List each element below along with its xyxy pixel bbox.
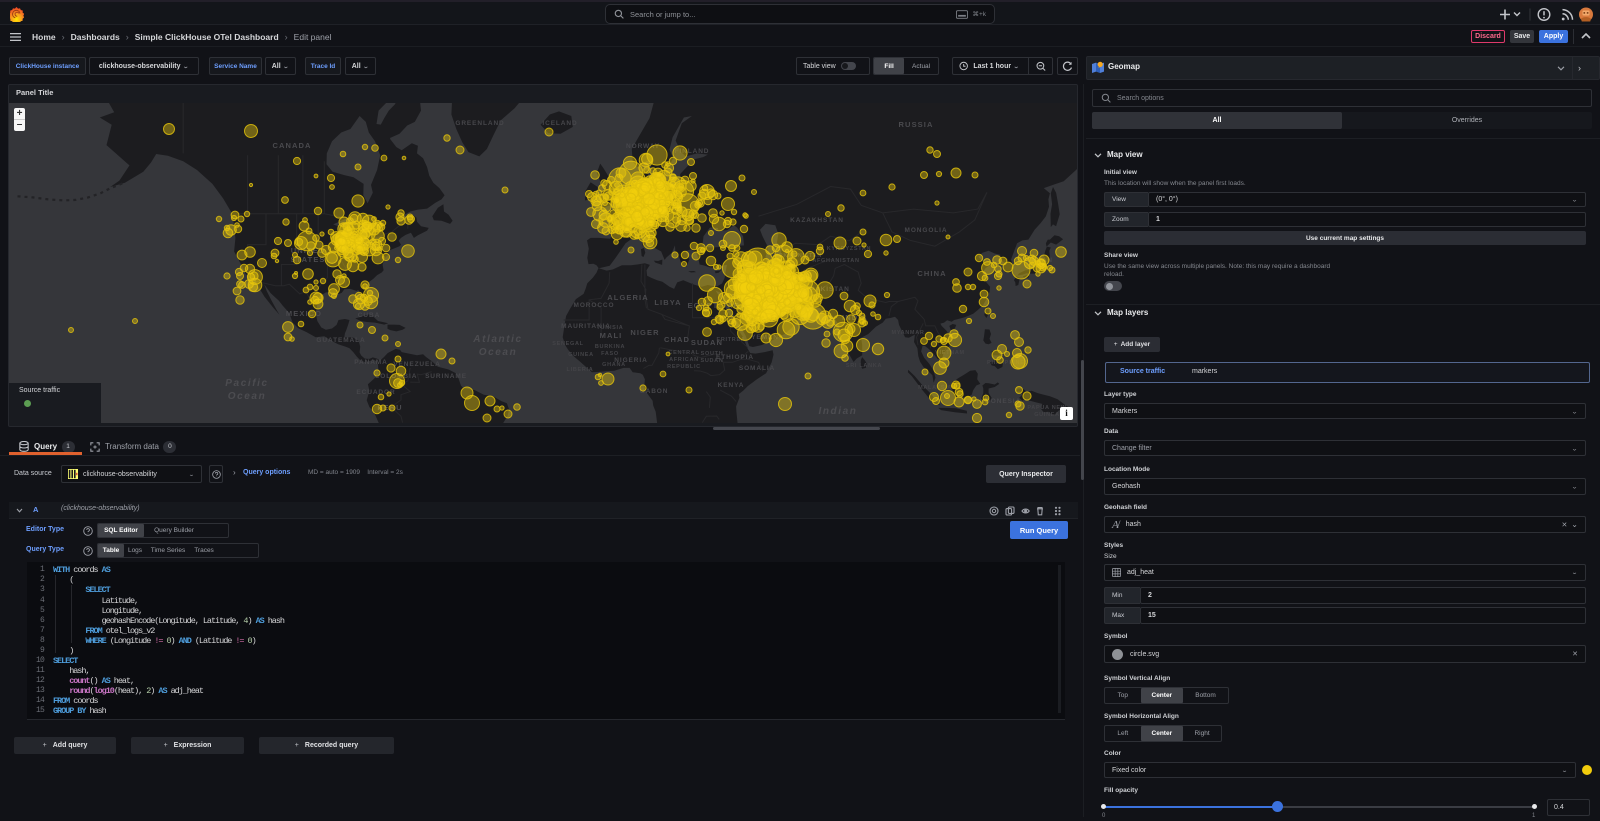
svg-text:SURINAME: SURINAME (425, 373, 467, 380)
svg-text:MYANMAR: MYANMAR (891, 330, 924, 336)
svg-text:Pacific: Pacific (225, 378, 268, 389)
svg-text:KENYA: KENYA (718, 382, 745, 389)
svg-text:LIBERIA: LIBERIA (567, 367, 594, 373)
svg-text:MOROCCO: MOROCCO (574, 302, 615, 309)
svg-text:CENTRAL: CENTRAL (668, 350, 699, 356)
svg-text:NIGER: NIGER (630, 328, 659, 337)
svg-text:CANADA: CANADA (272, 141, 311, 150)
svg-text:REPUBLIC: REPUBLIC (667, 364, 701, 370)
svg-text:FASO: FASO (601, 351, 619, 357)
svg-text:GUINEA: GUINEA (1034, 412, 1060, 418)
svg-text:SOMALIA: SOMALIA (739, 365, 775, 372)
svg-text:KAZAKHSTAN: KAZAKHSTAN (790, 217, 844, 224)
svg-text:CHINA: CHINA (917, 269, 946, 278)
svg-text:LIBYA: LIBYA (654, 298, 681, 307)
svg-text:Ocean: Ocean (228, 391, 267, 402)
svg-text:ALGERIA: ALGERIA (607, 293, 648, 302)
svg-text:SENEGAL: SENEGAL (552, 341, 584, 347)
svg-text:MONGOLIA: MONGOLIA (905, 227, 948, 234)
svg-text:MALI: MALI (600, 331, 623, 340)
svg-text:SRI LANKA: SRI LANKA (846, 363, 882, 369)
svg-text:GREENLAND: GREENLAND (455, 120, 504, 127)
svg-text:TUNISIA: TUNISIA (597, 325, 624, 331)
svg-text:CHAD: CHAD (664, 335, 690, 344)
svg-text:SUDAN: SUDAN (700, 358, 723, 364)
svg-text:MEXICO: MEXICO (286, 309, 322, 318)
svg-text:GUINEA: GUINEA (568, 352, 594, 358)
svg-text:SOUTH: SOUTH (701, 351, 724, 357)
svg-text:PANAMA: PANAMA (354, 359, 387, 366)
svg-text:CUBA: CUBA (358, 312, 380, 319)
svg-text:Indian: Indian (818, 406, 857, 417)
svg-text:GUATEMALA: GUATEMALA (316, 337, 365, 344)
svg-text:ICELAND: ICELAND (542, 120, 577, 127)
svg-text:Atlantic: Atlantic (472, 334, 522, 345)
svg-text:Ocean: Ocean (479, 347, 518, 358)
svg-text:GHANA: GHANA (602, 362, 626, 368)
svg-text:AFRICAN: AFRICAN (669, 357, 699, 363)
svg-text:RUSSIA: RUSSIA (899, 120, 934, 129)
svg-text:BURKINA: BURKINA (595, 344, 625, 350)
